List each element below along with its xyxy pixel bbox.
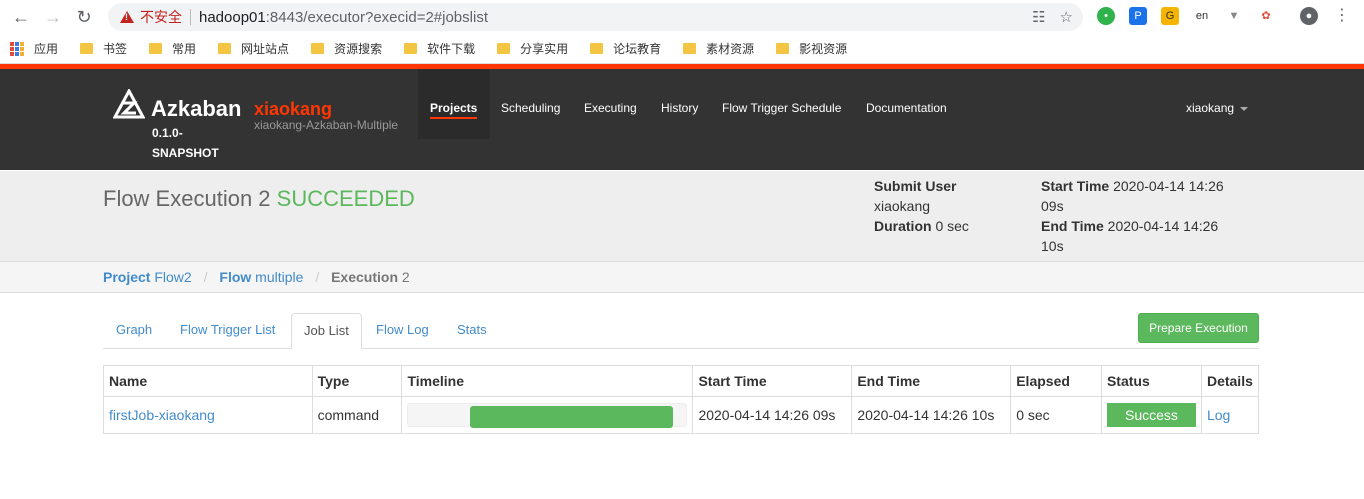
bookmark-folder[interactable]: 书签	[80, 40, 127, 57]
folder-icon	[311, 43, 325, 54]
nav-history[interactable]: History	[661, 101, 698, 115]
log-link[interactable]: Log	[1200, 396, 1260, 434]
job-type: command	[311, 396, 403, 434]
folder-icon	[683, 43, 697, 54]
folder-icon	[149, 43, 163, 54]
nav-documentation[interactable]: Documentation	[866, 101, 947, 115]
bookmark-folder[interactable]: 影视资源	[776, 40, 847, 57]
submit-info: Submit User xiaokang Duration 0 sec	[874, 178, 969, 234]
extension-g-icon[interactable]: G	[1161, 7, 1179, 25]
duration-value: 0 sec	[935, 218, 969, 234]
instance-name: xiaokang	[254, 99, 333, 119]
status-badge: Success	[1106, 403, 1196, 427]
warning-icon	[120, 11, 134, 23]
breadcrumb: Project Flow2 / Flow multiple / Executio…	[0, 261, 1364, 293]
column-header: Name	[103, 365, 313, 397]
job-status-cell: Success	[1100, 396, 1202, 434]
table-header-row: Name Type Timeline Start Time End Time E…	[103, 365, 1260, 397]
job-start-time: 2020-04-14 14:26 09s	[692, 396, 853, 434]
apps-grid-icon	[10, 41, 24, 56]
extension-green-icon[interactable]: •	[1097, 7, 1115, 25]
status-text: SUCCEEDED	[276, 186, 415, 211]
profile-icon[interactable]: ●	[1300, 7, 1318, 25]
job-elapsed: 0 sec	[1010, 396, 1102, 434]
timeline-fill	[469, 406, 673, 428]
submit-user-value: xiaokang	[874, 198, 931, 214]
nav-scheduling[interactable]: Scheduling	[501, 101, 560, 115]
execution-header: Flow Execution 2 SUCCEEDED Submit User x…	[0, 171, 1364, 261]
column-header: Type	[311, 365, 403, 397]
bookmark-folder[interactable]: 常用	[149, 40, 196, 57]
tab-job-list[interactable]: Job List	[291, 313, 362, 350]
breadcrumb-execution: Execution 2	[331, 269, 410, 285]
extension-p-icon[interactable]: P	[1129, 7, 1147, 25]
bookmarks-bar: 应用 书签 常用 网址站点 资源搜索 软件下载 分享实用 论坛教育 素材资源 影…	[0, 34, 1364, 64]
azkaban-logo-icon[interactable]	[113, 89, 145, 121]
app-navbar: Azkaban 0.1.0-SNAPSHOT xiaokang xiaokang…	[0, 69, 1364, 170]
breadcrumb-flow[interactable]: Flow multiple	[219, 269, 303, 285]
timeline-bar	[407, 403, 688, 428]
url-text: hadoop01:8443/executor?execid=2#jobslist	[199, 9, 488, 26]
folder-icon	[80, 43, 94, 54]
bookmark-folder[interactable]: 资源搜索	[311, 40, 382, 57]
folder-icon	[404, 43, 418, 54]
bookmark-folder[interactable]: 论坛教育	[590, 40, 661, 57]
translate-icon[interactable]: ☷	[1032, 8, 1045, 26]
tab-stats[interactable]: Stats	[445, 313, 499, 349]
table-row: firstJob-xiaokang command 2020-04-14 14:…	[103, 396, 1260, 434]
forward-arrow-icon[interactable]: →	[42, 6, 64, 28]
back-arrow-icon[interactable]: ←	[10, 6, 32, 28]
caret-down-icon	[1240, 106, 1249, 111]
nav-projects[interactable]: Projects	[430, 101, 478, 119]
nav-flow-trigger-schedule[interactable]: Flow Trigger Schedule	[722, 101, 841, 115]
tab-flow-trigger-list[interactable]: Flow Trigger List	[168, 313, 287, 349]
address-bar[interactable]: 不安全 hadoop01:8443/executor?execid=2#jobs…	[108, 3, 1083, 31]
user-menu[interactable]: xiaokang	[1186, 101, 1249, 115]
column-header: End Time	[851, 365, 1012, 397]
folder-icon	[218, 43, 232, 54]
column-header: Start Time	[692, 365, 853, 397]
instance-subtitle: xiaokang-Azkaban-Multiple	[254, 118, 399, 132]
url-path: :8443/executor?execid=2#jobslist	[265, 8, 488, 26]
job-timeline-cell	[401, 396, 694, 434]
version-label: 0.1.0-SNAPSHOT	[152, 126, 219, 160]
column-header: Status	[1100, 365, 1202, 397]
job-name-link[interactable]: firstJob-xiaokang	[103, 396, 313, 434]
time-info: Start Time 2020-04-14 14:26 09s End Time…	[1041, 178, 1224, 254]
brand-name[interactable]: Azkaban	[151, 96, 241, 122]
user-name: xiaokang	[1186, 101, 1235, 115]
folder-icon	[776, 43, 790, 54]
nav-executing[interactable]: Executing	[584, 101, 637, 115]
extension-en-icon[interactable]: en	[1193, 7, 1211, 25]
folder-icon	[590, 43, 604, 54]
column-header: Details	[1200, 365, 1260, 397]
reload-icon[interactable]: ↻	[73, 6, 95, 28]
bookmark-folder[interactable]: 分享实用	[497, 40, 568, 57]
bookmark-folder[interactable]: 软件下载	[404, 40, 475, 57]
breadcrumb-project[interactable]: Project Flow2	[103, 269, 192, 285]
tab-flow-log[interactable]: Flow Log	[364, 313, 441, 349]
url-host: hadoop01	[199, 8, 266, 26]
column-header: Timeline	[401, 365, 694, 397]
page-title: Flow Execution 2 SUCCEEDED	[103, 186, 415, 211]
prepare-execution-button[interactable]: Prepare Execution	[1138, 313, 1259, 343]
job-list-table: Name Type Timeline Start Time End Time E…	[103, 365, 1260, 434]
bookmark-apps[interactable]: 应用	[10, 40, 58, 57]
extension-v-icon[interactable]: ▼	[1225, 7, 1243, 25]
execution-tabs: Graph Flow Trigger List Job List Flow Lo…	[103, 313, 1259, 350]
insecure-label: 不安全	[140, 9, 182, 25]
bookmark-folder[interactable]: 网址站点	[218, 40, 289, 57]
job-end-time: 2020-04-14 14:26 10s	[851, 396, 1012, 434]
bookmark-folder[interactable]: 素材资源	[683, 40, 754, 57]
browser-toolbar: ← → ↻ 不安全 hadoop01:8443/executor?execid=…	[0, 0, 1364, 34]
extension-tree-icon[interactable]: ✿	[1257, 7, 1275, 25]
menu-icon[interactable]: ⋮	[1333, 7, 1351, 25]
star-icon[interactable]: ☆	[1060, 8, 1073, 26]
folder-icon	[497, 43, 511, 54]
tab-graph[interactable]: Graph	[104, 313, 164, 349]
column-header: Elapsed	[1010, 365, 1102, 397]
